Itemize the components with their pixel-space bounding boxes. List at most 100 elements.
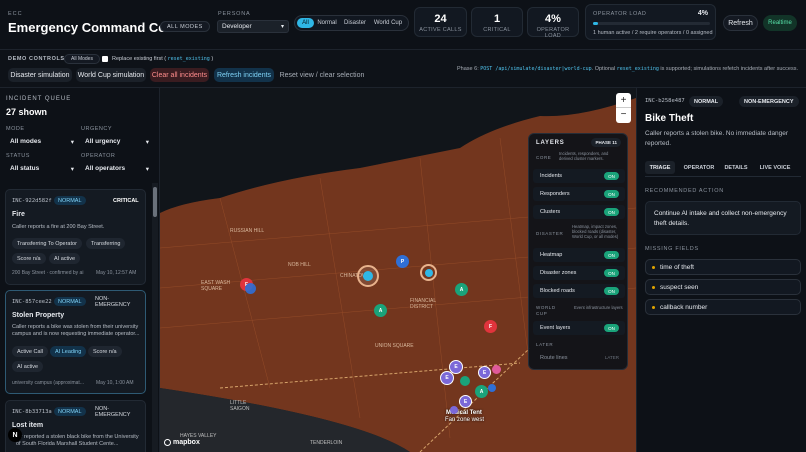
- attribution-text: mapbox: [173, 439, 200, 446]
- incident-card[interactable]: INC-922d582f NORMAL CRITICAL Fire Caller…: [5, 189, 146, 285]
- chevron-down-icon: ▾: [70, 138, 74, 146]
- load-percent: 4%: [697, 10, 708, 17]
- urgency-select[interactable]: All urgency ▾: [81, 135, 153, 148]
- chevron-down-icon: ▾: [280, 24, 284, 30]
- filter-disaster[interactable]: Disaster: [342, 18, 368, 28]
- detail-description: Caller reports a stolen bike. No immedia…: [645, 130, 789, 147]
- toggle-switch[interactable]: ON: [604, 324, 619, 332]
- world-cup-note: Event infrastructure layers: [574, 305, 623, 310]
- status-chip: Transferring To Operator: [12, 238, 82, 249]
- filter-world-cup[interactable]: World Cup: [373, 18, 403, 28]
- refresh-incidents-button[interactable]: Refresh incidents: [214, 68, 274, 82]
- load-detail: 1 human active / 2 require operators / 0…: [593, 30, 713, 36]
- incident-card[interactable]: INC-857cee22 NORMAL NON-EMERGENCY Stolen…: [5, 290, 146, 394]
- replace-existing-checkbox[interactable]: [102, 56, 108, 62]
- filter-normal[interactable]: Normal: [316, 18, 338, 28]
- layer-toggle-heatmap[interactable]: Heatmap ON: [533, 248, 625, 262]
- toggle-switch[interactable]: ON: [604, 172, 619, 180]
- top-bar: ECC Emergency Command Center ALL MODES P…: [0, 0, 806, 50]
- world-cup-simulation-button[interactable]: World Cup simulation: [76, 68, 146, 82]
- operator-select-value: All operators: [85, 165, 126, 172]
- incident-marker[interactable]: [488, 384, 496, 392]
- queue-count: 27 shown: [6, 107, 48, 117]
- mapbox-attribution: mapbox: [164, 439, 200, 446]
- queue-scrollbar[interactable]: [152, 183, 158, 452]
- detail-mode-tag: NORMAL: [689, 96, 724, 107]
- map-label: UNION SQUARE: [375, 343, 414, 349]
- event-marker[interactable]: E: [478, 366, 491, 379]
- toggle-switch[interactable]: ON: [604, 208, 619, 216]
- warning-dot-icon: [652, 286, 655, 289]
- tab-details[interactable]: DETAILS: [721, 161, 751, 174]
- toggle-switch[interactable]: ON: [604, 269, 619, 277]
- zoom-controls: + −: [616, 93, 631, 123]
- incident-card[interactable]: INC-8b33713a NORMAL NON-EMERGENCY Lost i…: [5, 400, 146, 452]
- missing-field-text: suspect seen: [660, 283, 699, 291]
- layer-toggle-responders[interactable]: Responders ON: [533, 187, 625, 201]
- responder-marker[interactable]: [460, 376, 470, 386]
- mode-select[interactable]: All modes ▾: [6, 135, 78, 148]
- status-chip: Active Call: [12, 346, 48, 357]
- layer-toggle-incidents[interactable]: Incidents ON: [533, 169, 625, 183]
- layer-toggle-event-layers[interactable]: Event layers ON: [533, 321, 625, 335]
- layer-toggle-disaster-zones[interactable]: Disaster zones ON: [533, 266, 625, 280]
- status-select[interactable]: All status ▾: [6, 162, 78, 175]
- mode-select-value: All modes: [10, 138, 42, 145]
- warning-dot-icon: [652, 306, 655, 309]
- note-mid: . Optional: [591, 66, 616, 72]
- disaster-simulation-button[interactable]: Disaster simulation: [8, 68, 72, 82]
- responder-marker[interactable]: A: [475, 385, 488, 398]
- avatar[interactable]: N: [8, 428, 22, 442]
- mode-tag: NORMAL: [54, 297, 86, 306]
- incident-description: ...r reported a stolen black bike from t…: [16, 434, 139, 447]
- selected-incident-marker[interactable]: [357, 265, 379, 287]
- event-marker[interactable]: [450, 406, 458, 414]
- reset-view-button[interactable]: Reset view / clear selection: [278, 68, 366, 82]
- layer-toggle-clusters[interactable]: Clusters ON: [533, 205, 625, 219]
- layers-title: LAYERS: [536, 140, 565, 146]
- event-marker[interactable]: E: [459, 395, 472, 408]
- event-marker[interactable]: E: [440, 371, 454, 385]
- responder-marker[interactable]: A: [455, 283, 468, 296]
- chevron-down-icon: ▾: [145, 165, 149, 173]
- score-chip: Score n/a: [12, 253, 46, 264]
- incident-title: Stolen Property: [12, 312, 65, 319]
- map-label: NOB HILL: [288, 262, 311, 268]
- stat-value: 1: [493, 13, 501, 25]
- filter-all[interactable]: All: [297, 18, 314, 28]
- incident-time: May 10, 12:57 AM: [96, 270, 137, 276]
- toggle-switch[interactable]: ON: [604, 287, 619, 295]
- persona-select[interactable]: Developer ▾: [217, 20, 289, 33]
- zoom-out-button[interactable]: −: [616, 108, 631, 123]
- score-chip: Score n/a: [88, 346, 122, 357]
- incident-time: May 10, 1:00 AM: [96, 380, 134, 386]
- event-marker[interactable]: [492, 365, 501, 374]
- incident-detail-panel: INC-b258e487 NORMAL NON-EMERGENCY Bike T…: [636, 88, 806, 452]
- layers-panel: LAYERS PHASE 11 CORE Incidents, responde…: [528, 133, 628, 370]
- operator-select[interactable]: All operators ▾: [81, 162, 153, 175]
- zoom-in-button[interactable]: +: [616, 93, 631, 108]
- incident-marker[interactable]: F: [484, 320, 497, 333]
- stat-critical: 1 CRITICAL: [471, 7, 523, 37]
- refresh-button[interactable]: Refresh: [723, 15, 758, 31]
- incident-title: Fire: [12, 211, 25, 218]
- layer-toggle-blocked-roads[interactable]: Blocked roads ON: [533, 284, 625, 298]
- persona-label: PERSONA: [218, 11, 251, 17]
- incident-location: 200 Bay Street · confirmed by ai: [12, 270, 84, 276]
- incident-marker[interactable]: [420, 264, 437, 281]
- incident-marker[interactable]: P: [396, 255, 409, 268]
- tab-operator[interactable]: OPERATOR: [681, 161, 717, 174]
- responder-marker[interactable]: A: [374, 304, 387, 317]
- note-code: reset_existing: [616, 66, 659, 72]
- ai-leading-chip: AI Leading: [50, 346, 87, 357]
- tab-triage[interactable]: TRIAGE: [645, 161, 675, 174]
- toggle-switch[interactable]: ON: [604, 251, 619, 259]
- incident-marker[interactable]: [245, 283, 256, 294]
- stat-label: OPERATOR LOAD: [536, 27, 570, 39]
- clear-all-incidents-button[interactable]: Clear all incidents: [150, 68, 209, 82]
- map-label: RUSSIAN HILL: [230, 228, 265, 234]
- toggle-switch[interactable]: ON: [604, 190, 619, 198]
- missing-fields-label: MISSING FIELDS: [645, 246, 699, 252]
- layer-name: Event layers: [540, 325, 571, 331]
- tab-live-voice[interactable]: LIVE VOICE: [755, 161, 795, 174]
